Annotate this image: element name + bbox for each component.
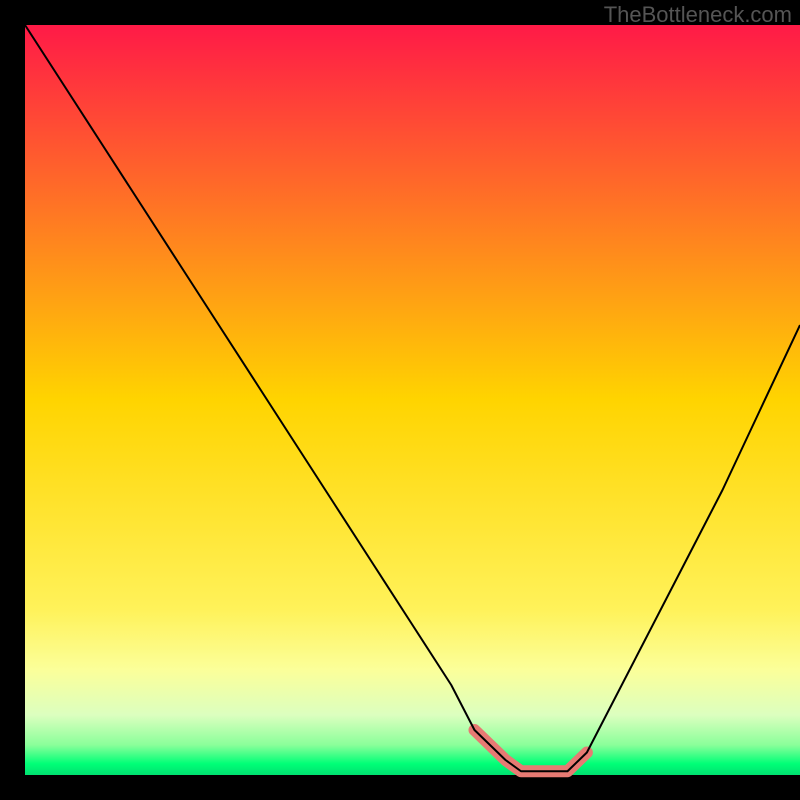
chart-container: TheBottleneck.com — [0, 0, 800, 800]
watermark-text: TheBottleneck.com — [604, 2, 792, 28]
plot-background — [25, 25, 800, 775]
bottleneck-chart — [0, 0, 800, 800]
